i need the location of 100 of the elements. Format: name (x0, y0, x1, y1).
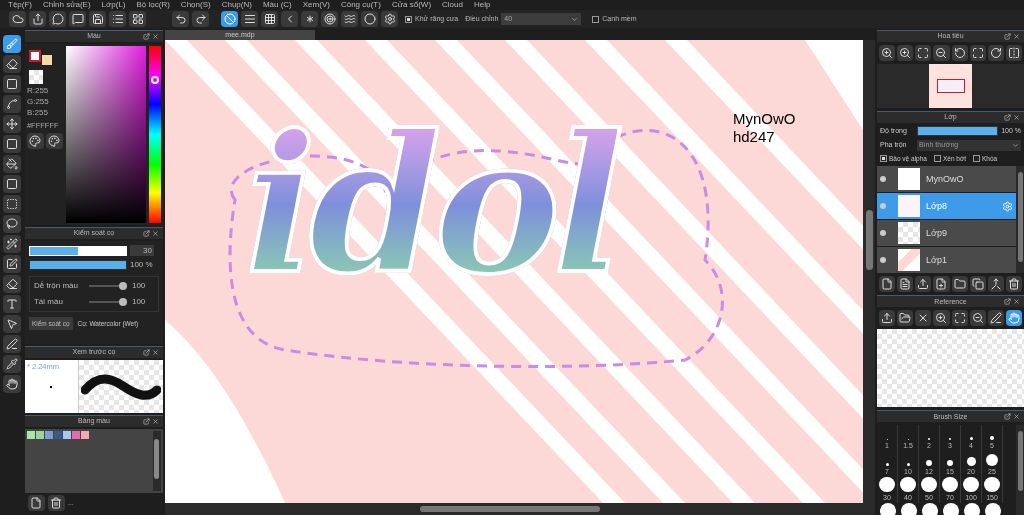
pointer-icon[interactable] (3, 315, 22, 333)
detach-icon[interactable] (1004, 413, 1011, 421)
menu-item[interactable]: Công cụ(T) (340, 0, 381, 10)
checkbox[interactable] (405, 15, 412, 23)
upload-icon[interactable] (879, 310, 896, 327)
paint-bucket-icon[interactable] (3, 155, 22, 173)
speech-bubble-icon[interactable] (49, 11, 66, 27)
color-picker-square[interactable] (65, 46, 146, 223)
navigator-thumbnail[interactable] (929, 64, 972, 108)
undo-icon[interactable] (172, 11, 189, 27)
palette-swatch[interactable] (26, 431, 35, 439)
trash-icon[interactable] (1005, 276, 1022, 293)
opacity-slider[interactable] (29, 261, 126, 269)
menu-item[interactable]: Tệp(F) (8, 0, 32, 10)
zoom-in-icon[interactable] (897, 45, 914, 61)
detach-icon[interactable] (142, 418, 150, 425)
no-snap-icon[interactable] (221, 11, 238, 27)
menu-item[interactable]: Xem(V) (302, 0, 330, 10)
target-icon[interactable] (321, 11, 338, 27)
magic-wand-icon[interactable] (3, 235, 22, 253)
new-page-icon[interactable] (27, 495, 45, 511)
layer-opacity-slider[interactable] (917, 127, 998, 136)
detach-icon[interactable] (142, 349, 150, 356)
menu-item[interactable]: Cửa sổ(W) (391, 0, 432, 10)
close-icon[interactable] (915, 310, 932, 327)
menu-item[interactable]: Help (473, 0, 491, 10)
palette-swatch[interactable] (44, 431, 53, 439)
new-layer-icon[interactable] (879, 276, 896, 293)
menu-item[interactable]: Bộ lọc(R) (136, 0, 170, 10)
size-slider[interactable] (28, 245, 127, 256)
layer-row[interactable]: MynOwO (877, 166, 1016, 193)
eyedropper-icon[interactable] (3, 355, 22, 373)
vertical-scrollbar[interactable] (863, 40, 875, 503)
text-icon[interactable] (3, 295, 22, 313)
chevron-icon[interactable] (281, 11, 298, 27)
zoom-out-icon[interactable] (933, 45, 950, 61)
hand-icon[interactable] (3, 375, 22, 393)
detach-icon[interactable] (142, 230, 150, 237)
layer-row[interactable]: Lớp1 (877, 247, 1016, 274)
settings-icon[interactable] (381, 11, 398, 27)
slider-thumb[interactable] (119, 282, 128, 290)
slider-thumb[interactable] (119, 298, 128, 306)
rotate-right-icon[interactable] (987, 45, 1004, 61)
parallel-lines-icon[interactable] (241, 11, 258, 27)
eraser-icon[interactable] (3, 275, 22, 293)
checkbox[interactable] (973, 154, 980, 162)
brush-icon[interactable] (3, 35, 22, 53)
square-icon[interactable] (3, 75, 22, 93)
gradient-icon[interactable] (3, 175, 22, 193)
trash-icon[interactable] (47, 495, 65, 511)
dashed-square-icon[interactable] (3, 195, 22, 213)
wave-icon[interactable] (341, 11, 358, 27)
redo-icon[interactable] (192, 11, 209, 27)
share-icon[interactable] (29, 11, 46, 27)
menu-item[interactable]: Chỉnh sửa(E) (43, 0, 91, 10)
save-icon[interactable] (89, 11, 106, 27)
flip-icon[interactable] (1005, 45, 1022, 61)
detach-icon[interactable] (1004, 114, 1011, 121)
background-color-swatch[interactable] (41, 55, 52, 65)
rotate-left-icon[interactable] (951, 45, 968, 61)
layer-icon[interactable] (897, 276, 914, 293)
palette-swatch[interactable] (53, 431, 62, 439)
merge-icon[interactable] (987, 276, 1004, 293)
palette-swatch[interactable] (35, 431, 44, 439)
menu-item[interactable]: Màu (C) (262, 0, 292, 10)
filled-square-icon[interactable] (3, 135, 22, 153)
pen-icon[interactable] (3, 335, 22, 353)
menu-item[interactable]: Chụp(N) (221, 0, 252, 10)
polyline-icon[interactable] (3, 95, 22, 113)
horizontal-scrollbar[interactable] (164, 503, 875, 515)
folder-icon[interactable] (951, 276, 968, 293)
palette-icon[interactable] (45, 133, 63, 149)
detach-icon[interactable] (1004, 298, 1011, 306)
copy-icon[interactable] (969, 276, 986, 293)
move-icon[interactable] (3, 115, 22, 133)
menu-item[interactable]: Cloud (442, 0, 463, 10)
asterisk-icon[interactable] (301, 11, 318, 27)
layout-icon[interactable] (129, 11, 146, 27)
foreground-color-swatch[interactable] (28, 50, 41, 62)
square-pen-icon[interactable] (3, 255, 22, 273)
grid-icon[interactable] (261, 11, 278, 27)
fit-icon[interactable] (951, 310, 968, 327)
zoom-in-icon[interactable] (879, 45, 896, 61)
transparent-swatch[interactable] (28, 70, 43, 84)
canvas[interactable]: idol MynOwO hd247 (164, 40, 863, 503)
menu-item[interactable]: Lớp(L) (101, 0, 126, 10)
palette-icon[interactable] (26, 133, 44, 149)
detach-icon[interactable] (1004, 33, 1011, 40)
menu-item[interactable]: Chọn(S) (180, 0, 211, 10)
comment-icon[interactable] (69, 11, 86, 27)
hue-slider[interactable] (148, 46, 161, 223)
zoom-out-icon[interactable] (969, 310, 986, 327)
palette-swatch[interactable] (71, 431, 80, 439)
hue-thumb[interactable] (150, 75, 159, 84)
folder-icon[interactable] (897, 310, 914, 327)
add-layer-icon[interactable] (933, 276, 950, 293)
pen-icon[interactable] (987, 310, 1004, 327)
circle-icon[interactable] (361, 11, 378, 27)
list-icon[interactable] (109, 11, 126, 27)
fit-icon[interactable] (915, 45, 932, 61)
